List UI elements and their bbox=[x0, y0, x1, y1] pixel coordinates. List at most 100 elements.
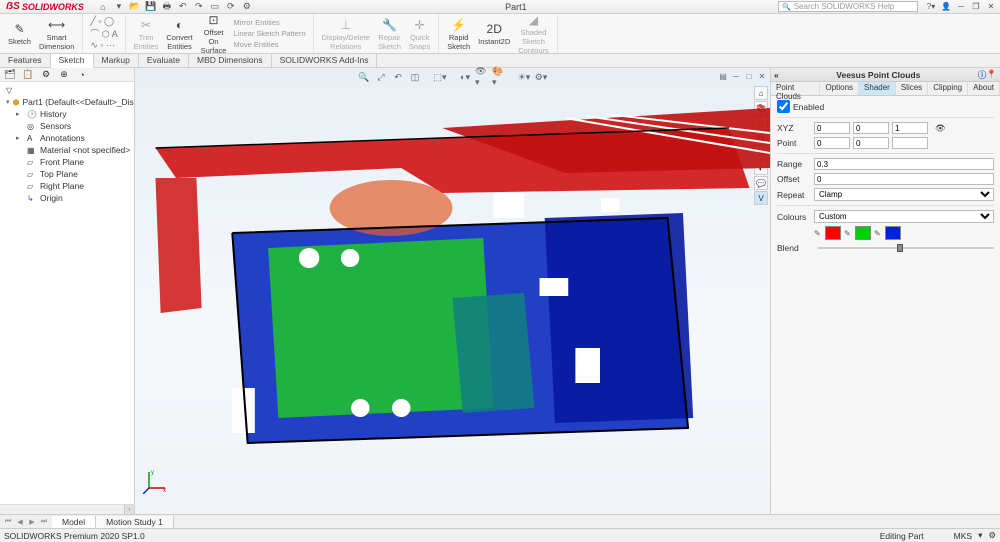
offset-input[interactable] bbox=[814, 173, 994, 185]
save-icon[interactable]: 💾 bbox=[144, 1, 158, 13]
vtab-about[interactable]: About bbox=[968, 82, 1000, 95]
point-x-input[interactable] bbox=[814, 137, 850, 149]
instant2d-button[interactable]: 2DInstant2D bbox=[474, 19, 514, 48]
rapid-sketch-button[interactable]: ⚡Rapid Sketch bbox=[443, 15, 474, 53]
tree-front-plane[interactable]: ▱Front Plane bbox=[2, 156, 132, 168]
display-style-icon[interactable]: ◐▾ bbox=[458, 70, 472, 84]
appearance-icon[interactable]: 🎨▾ bbox=[492, 70, 506, 84]
vtab-clipping[interactable]: Clipping bbox=[928, 82, 968, 95]
shaded-contours-button[interactable]: ◢Shaded Sketch Contours bbox=[514, 10, 552, 57]
bottom-tab-motion[interactable]: Motion Study 1 bbox=[96, 516, 174, 528]
tab-nav-next-icon[interactable]: ▶ bbox=[26, 518, 38, 526]
range-input[interactable] bbox=[814, 158, 994, 170]
hide-show-icon[interactable]: 👁▾ bbox=[475, 70, 489, 84]
colours-select[interactable]: Custom bbox=[814, 210, 994, 223]
repair-sketch-button[interactable]: 🔧Repair Sketch bbox=[374, 15, 405, 53]
help-dropdown-icon[interactable]: ?▾ bbox=[924, 1, 938, 13]
convert-entities-button[interactable]: ◐Convert Entities bbox=[162, 15, 196, 53]
fm-tab-property-icon[interactable]: 📋 bbox=[20, 69, 36, 81]
graphics-area[interactable]: 🔍 ⤢ ↶ ◫ ⬚▾ ◐▾ 👁▾ 🎨▾ ☀▾ ⚙▾ ▤ ─ □ ✕ ⌂ 📚 📁 … bbox=[135, 68, 770, 514]
mirror-entities-button[interactable]: Mirror Entities bbox=[230, 17, 308, 28]
colour-swatch-3[interactable] bbox=[885, 226, 901, 240]
fm-tab-display-icon[interactable]: ◔ bbox=[74, 69, 90, 81]
user-icon[interactable]: 👤 bbox=[939, 1, 953, 13]
vtab-options[interactable]: Options bbox=[820, 82, 859, 95]
taskpane-pin-icon[interactable]: 📍 bbox=[986, 69, 997, 80]
linear-pattern-button[interactable]: Linear Sketch Pattern bbox=[230, 28, 308, 39]
point-y-input[interactable] bbox=[853, 137, 889, 149]
view-triad[interactable]: y x bbox=[143, 468, 169, 494]
smart-dimension-button[interactable]: ⟷Smart Dimension bbox=[35, 15, 78, 53]
tree-root[interactable]: ▾⬢Part1 (Default<<Default>_Display Sta bbox=[2, 96, 132, 108]
fm-tab-tree-icon[interactable]: 🗂 bbox=[2, 69, 18, 81]
xyz-z-input[interactable] bbox=[892, 122, 928, 134]
xyz-x-input[interactable] bbox=[814, 122, 850, 134]
options-icon[interactable]: ⚙ bbox=[240, 1, 254, 13]
spline-tool-icon[interactable]: ∿ ◦ ⋯ bbox=[90, 40, 117, 51]
tab-mbd[interactable]: MBD Dimensions bbox=[189, 54, 272, 67]
tree-top-plane[interactable]: ▱Top Plane bbox=[2, 168, 132, 180]
new-icon[interactable]: ▾ bbox=[112, 1, 126, 13]
tree-right-plane[interactable]: ▱Right Plane bbox=[2, 180, 132, 192]
gfx-close-icon[interactable]: ✕ bbox=[756, 70, 768, 82]
undo-icon[interactable]: ↶ bbox=[176, 1, 190, 13]
trim-entities-button[interactable]: ✂Trim Entities bbox=[130, 15, 163, 53]
status-gear-icon[interactable]: ⚙ bbox=[988, 530, 996, 541]
filter-row[interactable]: ▽ bbox=[2, 85, 132, 96]
scene-icon[interactable]: ☀▾ bbox=[517, 70, 531, 84]
offset-surface-button[interactable]: ⊡Offset On Surface bbox=[197, 10, 231, 57]
tree-hscroll[interactable]: › bbox=[0, 504, 134, 514]
tree-history[interactable]: ▸🕑History bbox=[2, 108, 132, 120]
tab-sketch[interactable]: Sketch bbox=[51, 54, 94, 68]
taskpane-help-icon[interactable]: ⓘ bbox=[978, 69, 987, 81]
tab-nav-last-icon[interactable]: ⏭ bbox=[38, 518, 50, 526]
colour-swatch-1[interactable] bbox=[825, 226, 841, 240]
help-search-input[interactable]: Search SOLIDWORKS Help bbox=[778, 1, 918, 12]
restore-icon[interactable]: ❐ bbox=[969, 1, 983, 13]
tab-features[interactable]: Features bbox=[0, 54, 51, 67]
status-dropdown-icon[interactable]: ▾ bbox=[978, 530, 982, 541]
home-icon[interactable]: ⌂ bbox=[96, 1, 110, 13]
tab-evaluate[interactable]: Evaluate bbox=[139, 54, 189, 67]
sketch-button[interactable]: ✎Sketch bbox=[4, 19, 35, 48]
zoom-fit-icon[interactable]: 🔍 bbox=[357, 70, 371, 84]
colour-swatch-2[interactable] bbox=[855, 226, 871, 240]
move-entities-button[interactable]: Move Entities bbox=[230, 39, 308, 50]
quick-snaps-button[interactable]: ✛Quick Snaps bbox=[405, 15, 434, 53]
fm-tab-config-icon[interactable]: ⚙ bbox=[38, 69, 54, 81]
eye-icon[interactable]: 👁 bbox=[935, 123, 946, 134]
tree-annotations[interactable]: ▸AAnnotations bbox=[2, 132, 132, 144]
vtab-shader[interactable]: Shader bbox=[859, 82, 896, 95]
edit-colour-1-icon[interactable]: ✎ bbox=[814, 229, 822, 238]
display-relations-button[interactable]: ⊥Display/Delete Relations bbox=[318, 15, 374, 53]
gfx-min-icon[interactable]: ─ bbox=[730, 70, 742, 82]
print-icon[interactable]: 🖶 bbox=[160, 1, 174, 13]
tree-material[interactable]: ▦Material <not specified> bbox=[2, 144, 132, 156]
minimize-icon[interactable]: ─ bbox=[954, 1, 968, 13]
bottom-tab-model[interactable]: Model bbox=[52, 516, 96, 528]
tab-nav-first-icon[interactable]: ⏮ bbox=[2, 518, 14, 526]
arc-tool-icon[interactable]: ⌒ ⬡ A bbox=[90, 27, 117, 40]
tab-nav-prev-icon[interactable]: ◀ bbox=[14, 518, 26, 526]
gfx-task-icon[interactable]: ▤ bbox=[717, 70, 729, 82]
view-settings-icon[interactable]: ⚙▾ bbox=[534, 70, 548, 84]
vtab-pointclouds[interactable]: Point Clouds bbox=[771, 82, 820, 95]
gfx-max-icon[interactable]: □ bbox=[743, 70, 755, 82]
point-z-input[interactable] bbox=[892, 137, 928, 149]
section-view-icon[interactable]: ◫ bbox=[408, 70, 422, 84]
tab-markup[interactable]: Markup bbox=[94, 54, 139, 67]
tree-sensors[interactable]: ◎Sensors bbox=[2, 120, 132, 132]
edit-colour-3-icon[interactable]: ✎ bbox=[874, 229, 882, 238]
tab-addins[interactable]: SOLIDWORKS Add-Ins bbox=[272, 54, 378, 67]
vtab-slices[interactable]: Slices bbox=[896, 82, 928, 95]
blend-slider[interactable] bbox=[818, 247, 994, 249]
close-icon[interactable]: ✕ bbox=[984, 1, 998, 13]
open-icon[interactable]: 📂 bbox=[128, 1, 142, 13]
xyz-y-input[interactable] bbox=[853, 122, 889, 134]
enabled-checkbox[interactable] bbox=[777, 100, 790, 113]
prev-view-icon[interactable]: ↶ bbox=[391, 70, 405, 84]
view-orient-icon[interactable]: ⬚▾ bbox=[433, 70, 447, 84]
zoom-area-icon[interactable]: ⤢ bbox=[374, 70, 388, 84]
repeat-select[interactable]: Clamp bbox=[814, 188, 994, 201]
fm-tab-dim-icon[interactable]: ⊕ bbox=[56, 69, 72, 81]
